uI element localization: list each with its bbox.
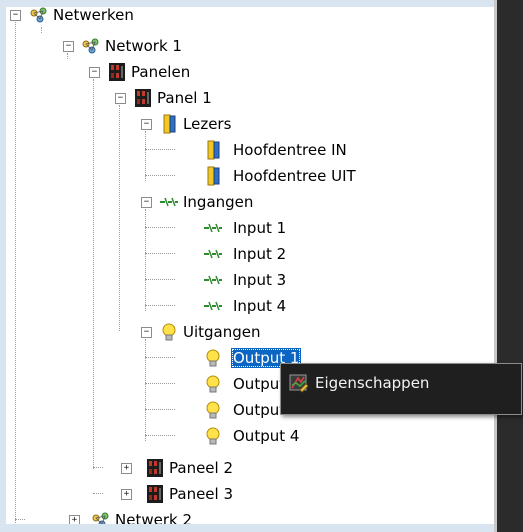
tree-node-lezers[interactable]: − Lezers xyxy=(6,111,486,137)
network-icon xyxy=(82,38,99,54)
tree-node-label: Netwerken xyxy=(53,7,134,24)
expand-toggle[interactable]: + xyxy=(121,489,132,500)
tree-node-label: Hoofdentree IN xyxy=(233,141,347,159)
tree-node-label: Input 3 xyxy=(233,271,287,289)
tree-node-label: Input 1 xyxy=(233,219,287,237)
tree-node-paneel-3[interactable]: + Paneel 3 xyxy=(6,481,486,507)
tree-node-network-1[interactable]: − Network 1 xyxy=(6,33,486,59)
tree-node-label: Input 2 xyxy=(233,245,287,263)
tree-node-label: Output 4 xyxy=(233,427,300,445)
window-top-border xyxy=(0,0,523,7)
tree-node-label: Paneel 3 xyxy=(169,485,234,503)
right-panel xyxy=(497,0,523,532)
collapse-toggle[interactable]: − xyxy=(141,197,152,208)
input-wire-icon xyxy=(160,197,178,207)
tree-node-output-4[interactable]: Output 4 xyxy=(6,423,486,449)
lightbulb-icon xyxy=(206,401,220,419)
tree-node-label: Input 4 xyxy=(233,297,287,315)
lightbulb-icon xyxy=(162,323,176,341)
tree-node-input-2[interactable]: Input 2 xyxy=(6,241,486,267)
collapse-toggle[interactable]: − xyxy=(141,327,152,338)
tree-node-label: Uitgangen xyxy=(183,323,261,341)
tree-node-label: Panel 1 xyxy=(157,89,212,107)
tree-node-input-3[interactable]: Input 3 xyxy=(6,267,486,293)
tree-node-paneel-2[interactable]: + Paneel 2 xyxy=(6,455,486,481)
tree-node-label: Paneel 2 xyxy=(169,459,234,477)
network-icon xyxy=(92,512,109,524)
tree-node-netwerken[interactable]: − Netwerken xyxy=(6,7,486,28)
tree-node-label: Panelen xyxy=(131,63,191,81)
tree-node-label: Lezers xyxy=(183,115,232,133)
input-wire-icon xyxy=(204,301,222,311)
menu-item-eigenschappen[interactable]: Eigenschappen xyxy=(285,370,515,396)
panel-icon xyxy=(147,485,163,503)
tree-node-hoofdentree-in[interactable]: Hoofdentree IN xyxy=(6,137,486,163)
tree-node-ingangen[interactable]: − Ingangen xyxy=(6,189,486,215)
lightbulb-icon xyxy=(206,427,220,445)
door-icon xyxy=(163,114,176,134)
expand-toggle[interactable]: + xyxy=(69,515,80,524)
tree-node-label: Network 1 xyxy=(105,37,182,55)
collapse-toggle[interactable]: − xyxy=(63,41,74,52)
panel-icon xyxy=(135,89,151,107)
collapse-toggle[interactable]: − xyxy=(115,93,126,104)
collapse-toggle[interactable]: − xyxy=(10,10,21,21)
tree-node-label: Hoofdentree UIT xyxy=(233,167,356,185)
tree-node-hoofdentree-uit[interactable]: Hoofdentree UIT xyxy=(6,163,486,189)
tree-node-input-4[interactable]: Input 4 xyxy=(6,293,486,319)
panel-icon xyxy=(109,63,125,81)
door-icon xyxy=(207,166,220,186)
tree-node-label: Ingangen xyxy=(183,193,254,211)
expand-toggle[interactable]: + xyxy=(121,463,132,474)
input-wire-icon xyxy=(204,223,222,233)
lightbulb-icon xyxy=(206,349,220,367)
input-wire-icon xyxy=(204,275,222,285)
collapse-toggle[interactable]: − xyxy=(141,119,152,130)
tree-view[interactable]: − Netwerken − Network 1 − Panelen − Pane… xyxy=(6,7,494,524)
properties-icon xyxy=(289,374,309,393)
collapse-toggle[interactable]: − xyxy=(89,67,100,78)
tree-node-panel-1[interactable]: − Panel 1 xyxy=(6,85,486,111)
tree-node-label: Netwerk 2 xyxy=(115,511,192,524)
tree-node-panelen[interactable]: − Panelen xyxy=(6,59,486,85)
context-menu: Eigenschappen xyxy=(280,363,522,415)
network-icon xyxy=(30,7,47,23)
input-wire-icon xyxy=(204,249,222,259)
door-icon xyxy=(207,140,220,160)
tree-node-uitgangen[interactable]: − Uitgangen xyxy=(6,319,486,345)
lightbulb-icon xyxy=(206,375,220,393)
window-bottom-border xyxy=(0,524,523,532)
tree-node-input-1[interactable]: Input 1 xyxy=(6,215,486,241)
tree-node-netwerk-2[interactable]: + Netwerk 2 xyxy=(6,507,486,524)
menu-item-label: Eigenschappen xyxy=(315,374,430,392)
panel-icon xyxy=(147,459,163,477)
